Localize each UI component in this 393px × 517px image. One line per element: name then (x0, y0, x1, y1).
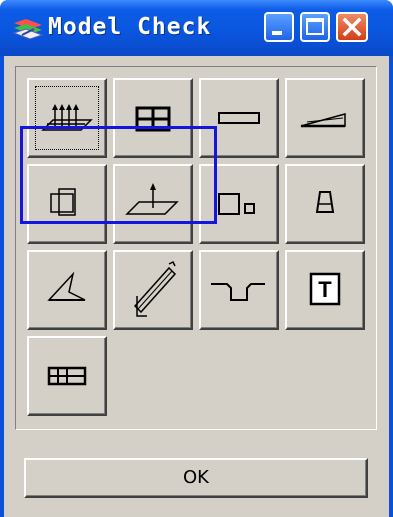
check-slope-button[interactable] (285, 78, 365, 158)
check-trapezoid-button[interactable] (285, 164, 365, 244)
close-button[interactable] (336, 12, 368, 42)
selection-highlight (20, 126, 217, 224)
window-title: Model Check (48, 14, 212, 40)
check-multi-grid-button[interactable] (27, 336, 107, 416)
title-bar[interactable]: Model Check (0, 0, 393, 56)
step-profile-icon (211, 283, 265, 301)
check-text-button[interactable]: T (285, 250, 365, 330)
check-angle-button[interactable] (27, 250, 107, 330)
check-step-profile-button[interactable] (199, 250, 279, 330)
trapezoid-icon (315, 191, 335, 213)
model-check-window: Model Check T OK (0, 0, 393, 517)
tools-panel: T (15, 66, 377, 430)
minimize-button[interactable] (264, 12, 294, 42)
angle-icon (47, 271, 86, 301)
text-t-label: T (318, 277, 332, 302)
minimize-icon (272, 31, 282, 35)
stair-ramp-icon (133, 260, 177, 317)
ok-button[interactable]: OK (24, 458, 368, 498)
text-t-icon: T (309, 272, 341, 306)
slope-plate-icon (300, 113, 346, 128)
dialog-client-area: T OK (4, 56, 389, 517)
app-model-icon[interactable] (12, 17, 44, 41)
multi-grid-icon (47, 366, 87, 386)
check-stair-ramp-button[interactable] (113, 250, 193, 330)
close-icon (342, 17, 362, 37)
maximize-button[interactable] (300, 12, 330, 42)
